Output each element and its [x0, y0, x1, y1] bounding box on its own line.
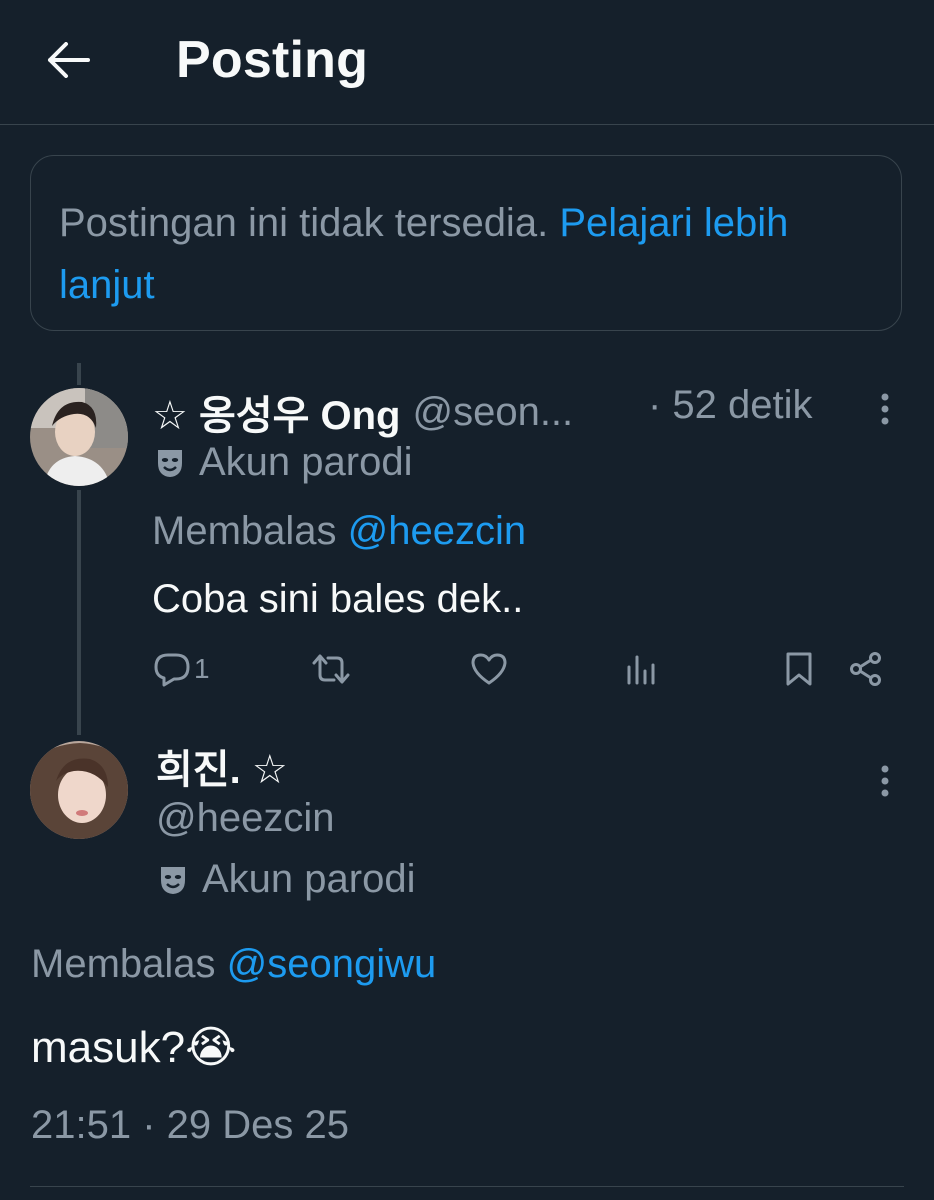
- divider: [30, 1186, 904, 1187]
- notice-message: Postingan ini tidak tersedia.: [59, 201, 549, 245]
- reply-count: 1: [194, 653, 210, 684]
- display-name[interactable]: 희진. ☆: [156, 737, 288, 795]
- post-text: masuk?😭: [31, 1023, 237, 1072]
- display-name[interactable]: ☆ 옹성우 Ong: [152, 383, 400, 441]
- more-vertical-icon: [881, 765, 889, 797]
- repost-icon: [312, 654, 350, 684]
- like-button[interactable]: [470, 645, 508, 693]
- parent-post-header: ☆ 옹성우 Ong @seon...: [152, 383, 573, 441]
- reply-icon: [154, 653, 190, 687]
- bookmark-icon: [786, 652, 812, 686]
- share-icon: [850, 652, 881, 686]
- handle[interactable]: @seon...: [412, 390, 573, 435]
- avatar-image: [30, 388, 128, 486]
- avatar-image: [30, 741, 128, 839]
- avatar[interactable]: [30, 388, 128, 486]
- replying-to: Membalas @seongiwu: [31, 942, 436, 987]
- handle[interactable]: @heezcin: [156, 796, 334, 841]
- top-bar: Posting: [0, 0, 934, 125]
- bar-chart-icon: [627, 655, 655, 685]
- unavailable-notice: Postingan ini tidak tersedia. Pelajari l…: [30, 155, 902, 331]
- avatar[interactable]: [30, 741, 128, 839]
- theater-mask-icon: [161, 866, 185, 894]
- more-vertical-icon: [881, 393, 889, 425]
- parody-label: Akun parodi: [158, 857, 415, 902]
- thread-connector: [77, 490, 81, 735]
- views-button[interactable]: [624, 645, 658, 693]
- replying-prefix: Membalas: [152, 509, 337, 553]
- mention-link[interactable]: @heezcin: [348, 509, 526, 553]
- reply-button[interactable]: 1: [152, 645, 210, 693]
- more-options-button[interactable]: [870, 759, 900, 803]
- post-actions: 1: [152, 645, 892, 693]
- parody-text: Akun parodi: [199, 440, 413, 484]
- parody-text: Akun parodi: [202, 857, 416, 901]
- more-options-button[interactable]: [870, 387, 900, 431]
- share-button[interactable]: [848, 645, 884, 693]
- page-title: Posting: [176, 31, 369, 89]
- arrow-left-icon: [48, 42, 90, 78]
- mention-link[interactable]: @seongiwu: [227, 942, 437, 986]
- bookmark-button[interactable]: [784, 645, 814, 693]
- heart-icon: [471, 653, 507, 685]
- replying-prefix: Membalas: [31, 942, 216, 986]
- back-button[interactable]: [40, 36, 96, 84]
- post-timestamp[interactable]: 21:51 · 29 Des 25: [31, 1103, 349, 1148]
- post-text: Coba sini bales dek..: [152, 577, 524, 621]
- notice-text-wrap: Postingan ini tidak tersedia. Pelajari l…: [59, 192, 873, 316]
- replying-to: Membalas @heezcin: [152, 509, 526, 554]
- parody-label: Akun parodi: [155, 440, 412, 485]
- main-post-header: 희진. ☆: [156, 737, 288, 795]
- post-detail-page: Posting Postingan ini tidak tersedia. Pe…: [0, 0, 934, 1200]
- thread-connector-top: [77, 363, 81, 385]
- theater-mask-icon: [158, 449, 182, 477]
- post-time[interactable]: · 52 detik: [648, 383, 813, 428]
- repost-button[interactable]: [310, 645, 352, 693]
